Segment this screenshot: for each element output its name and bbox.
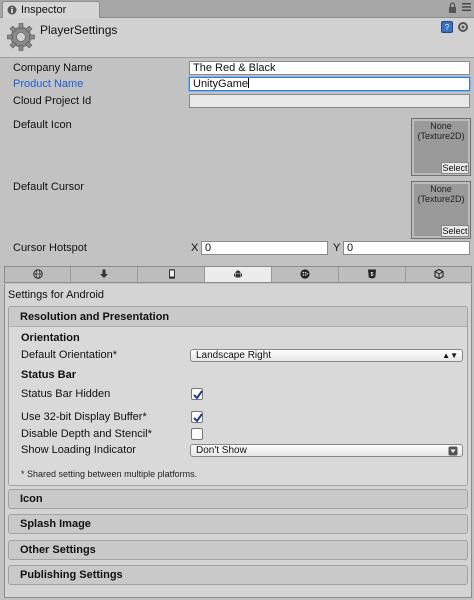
- hotspot-y-label: Y: [333, 242, 341, 254]
- default-icon-label: Default Icon: [13, 119, 72, 131]
- download-icon: [100, 269, 108, 278]
- status-bar-hidden-checkbox[interactable]: [191, 388, 203, 400]
- menu-icon[interactable]: [462, 2, 471, 15]
- company-name-field[interactable]: The Red & Black: [189, 61, 470, 75]
- help-book-icon[interactable]: ?: [441, 21, 453, 33]
- unity-cube-icon: [434, 269, 444, 279]
- platform-tab-blackberry[interactable]: [272, 267, 339, 282]
- default-icon-select-button[interactable]: Select: [441, 162, 469, 174]
- platform-tab-android[interactable]: [205, 267, 272, 282]
- disable-depth-checkbox[interactable]: [191, 428, 203, 440]
- default-orientation-value: Landscape Right: [196, 350, 272, 361]
- default-orientation-dropdown[interactable]: Landscape Right ▲▼: [190, 349, 463, 362]
- default-icon-none-text: None: [430, 121, 452, 131]
- page-title: PlayerSettings: [40, 23, 118, 37]
- platform-tab-other[interactable]: [406, 267, 472, 282]
- status-bar-header: Status Bar: [21, 369, 77, 381]
- publishing-settings-section[interactable]: Publishing Settings: [8, 565, 468, 585]
- info-icon: [7, 5, 17, 15]
- platform-tab-web[interactable]: [71, 267, 138, 282]
- text-caret: [248, 78, 250, 88]
- shared-setting-note: * Shared setting between multiple platfo…: [21, 469, 198, 479]
- phone-icon: [169, 269, 175, 279]
- default-cursor-none-text: None: [430, 184, 452, 194]
- status-bar-hidden-label: Status Bar Hidden: [21, 388, 111, 400]
- settings-title: Settings for Android: [8, 289, 105, 301]
- cloud-project-id-field[interactable]: [189, 94, 470, 108]
- inspector-tab[interactable]: Inspector: [2, 1, 100, 18]
- updown-arrow-icon: ▲▼: [442, 351, 458, 360]
- svg-text:?: ?: [445, 23, 450, 32]
- svg-text:5: 5: [370, 272, 373, 278]
- other-settings-section[interactable]: Other Settings: [8, 540, 468, 560]
- use-32bit-label: Use 32-bit Display Buffer*: [21, 411, 147, 423]
- use-32bit-checkbox[interactable]: [191, 411, 203, 423]
- platform-tab-bar: 5: [4, 266, 472, 283]
- default-cursor-object-field[interactable]: None (Texture2D) Select: [411, 181, 471, 239]
- hotspot-y-field[interactable]: 0: [343, 241, 470, 255]
- splash-image-section[interactable]: Splash Image: [8, 514, 468, 534]
- resolution-section: Resolution and Presentation Orientation …: [8, 306, 468, 486]
- default-icon-type-text: (Texture2D): [417, 131, 465, 141]
- platform-tab-ios[interactable]: [138, 267, 205, 282]
- orientation-header: Orientation: [21, 332, 80, 344]
- inspector-tab-label: Inspector: [21, 4, 67, 16]
- loading-indicator-value: Don't Show: [196, 445, 247, 456]
- product-name-label: Product Name: [13, 78, 84, 90]
- other-settings-section-title: Other Settings: [20, 544, 96, 556]
- company-name-label: Company Name: [13, 62, 93, 74]
- platform-tab-standalone[interactable]: [5, 267, 71, 282]
- checkmark-icon: [193, 390, 203, 400]
- checkmark-icon: [193, 413, 203, 423]
- product-name-value: UnityGame: [193, 78, 249, 90]
- icon-section-title: Icon: [20, 493, 43, 505]
- lock-icon[interactable]: [448, 2, 457, 16]
- hotspot-x-field[interactable]: 0: [201, 241, 328, 255]
- android-icon: [234, 270, 242, 278]
- window-tab-bar: Inspector: [0, 0, 474, 18]
- globe-icon: [33, 269, 43, 279]
- product-name-field[interactable]: UnityGame: [189, 77, 470, 91]
- blackberry-icon: [300, 269, 310, 279]
- resolution-section-header[interactable]: Resolution and Presentation: [9, 307, 467, 327]
- publishing-settings-section-title: Publishing Settings: [20, 569, 123, 581]
- default-cursor-select-button[interactable]: Select: [441, 225, 469, 237]
- icon-section[interactable]: Icon: [8, 489, 468, 509]
- settings-gear-icon[interactable]: [457, 21, 469, 33]
- disable-depth-label: Disable Depth and Stencil*: [21, 428, 152, 440]
- platform-tab-webgl[interactable]: 5: [339, 267, 406, 282]
- default-icon-object-field[interactable]: None (Texture2D) Select: [411, 118, 471, 176]
- hotspot-x-label: X: [191, 242, 199, 254]
- resolution-section-title: Resolution and Presentation: [20, 311, 170, 323]
- dropdown-arrow-icon: [448, 446, 458, 456]
- default-cursor-type-text: (Texture2D): [417, 194, 465, 204]
- loading-indicator-dropdown[interactable]: Don't Show: [190, 444, 463, 457]
- inspector-header: PlayerSettings ?: [0, 18, 474, 58]
- default-cursor-label: Default Cursor: [13, 181, 84, 193]
- splash-image-section-title: Splash Image: [20, 518, 91, 530]
- gear-icon: [7, 23, 35, 51]
- loading-indicator-label: Show Loading Indicator: [21, 444, 136, 456]
- default-orientation-label: Default Orientation*: [21, 349, 117, 361]
- html5-icon: 5: [368, 269, 376, 279]
- cursor-hotspot-label: Cursor Hotspot: [13, 242, 87, 254]
- cloud-project-id-label: Cloud Project Id: [13, 95, 92, 107]
